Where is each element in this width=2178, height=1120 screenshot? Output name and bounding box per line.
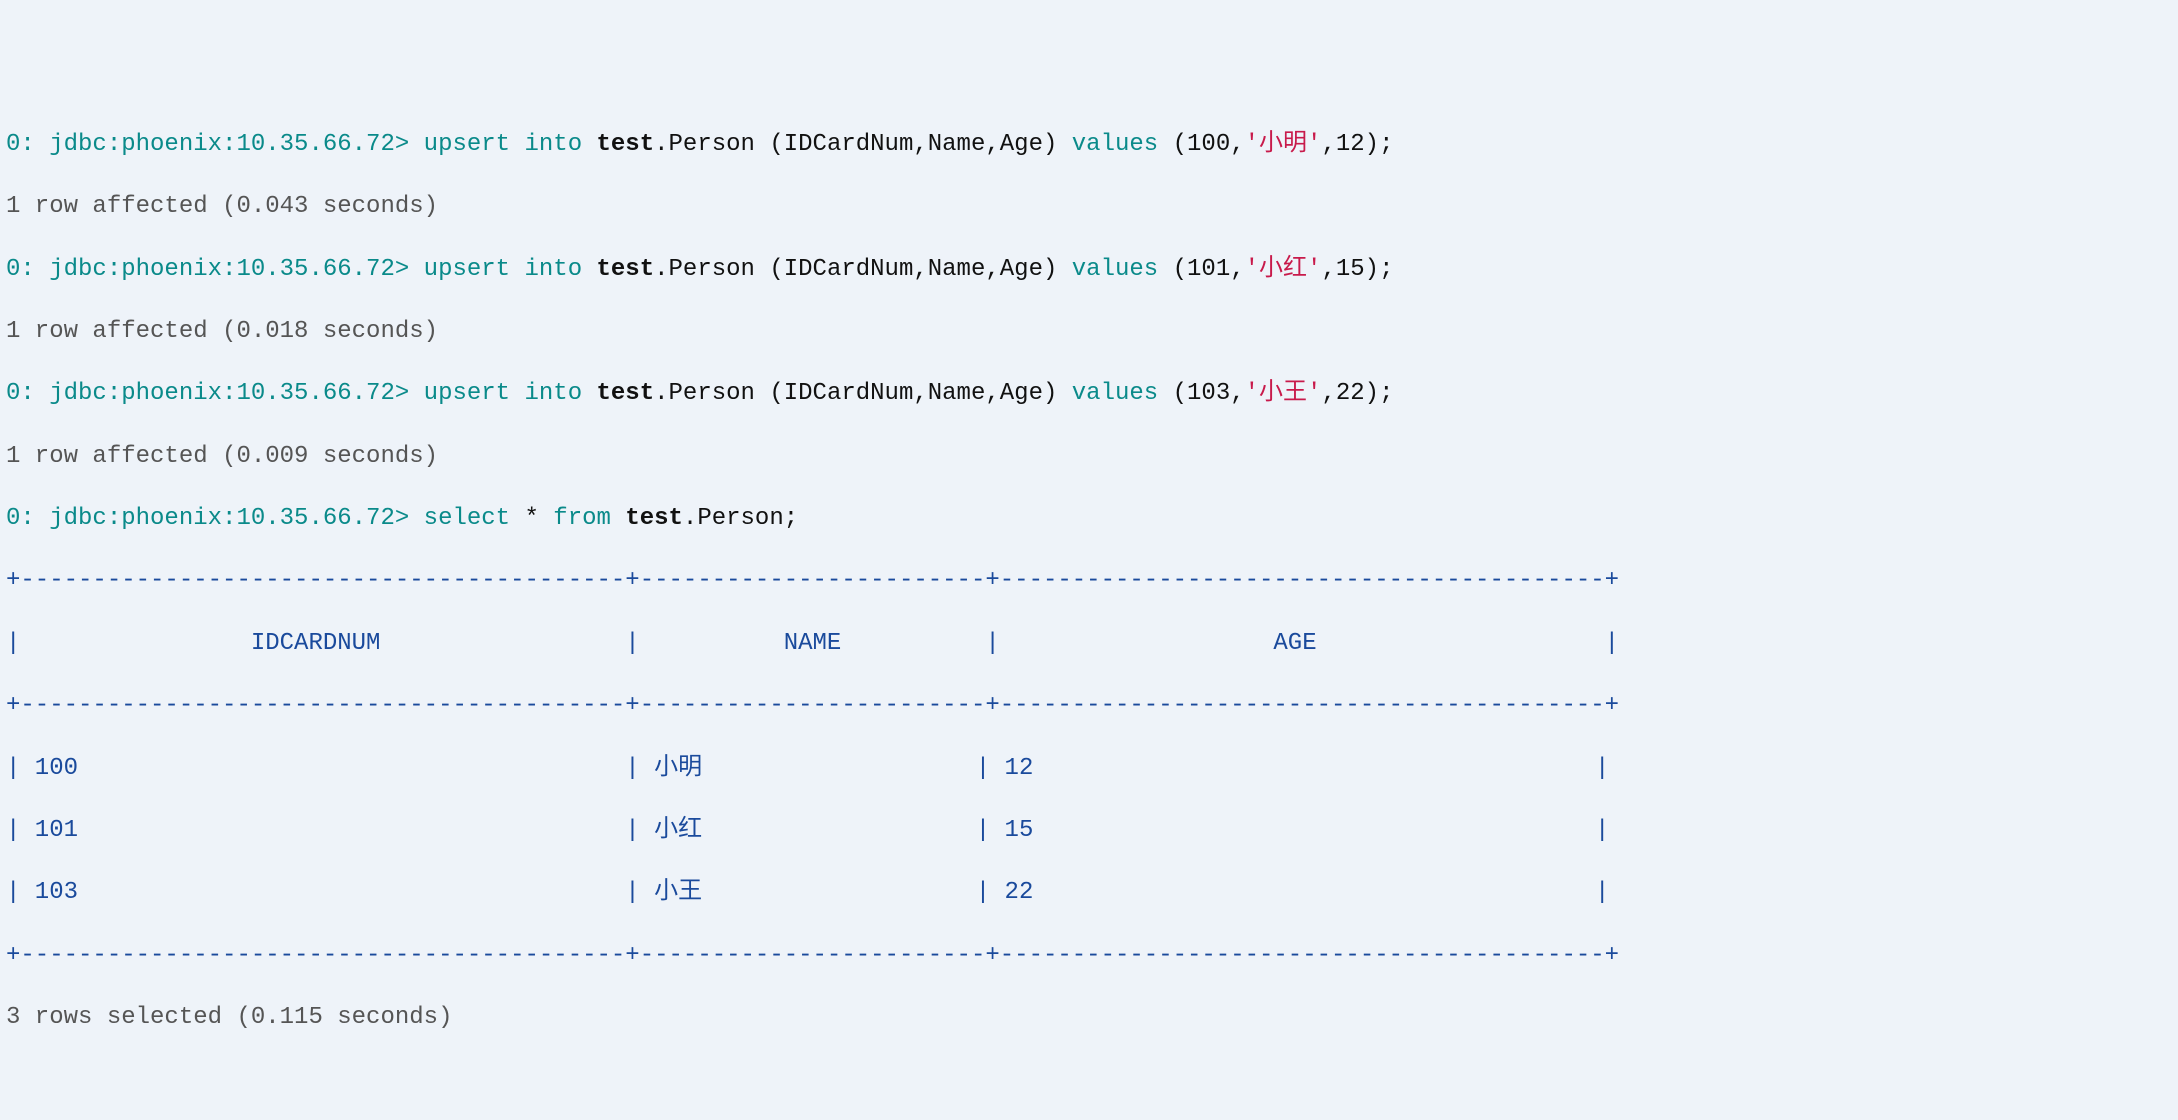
value-name-string: '小王': [1245, 380, 1322, 407]
table-columns: .Person (IDCardNum,Name,Age): [654, 380, 1072, 407]
value-age: ,15: [1321, 256, 1364, 283]
result-line-1: 1 row affected (0.043 seconds): [6, 191, 2172, 222]
upsert-keyword: upsert into: [409, 380, 596, 407]
schema-name: test: [597, 256, 655, 283]
cmd-line-1[interactable]: 0: jdbc:phoenix:10.35.66.72> upsert into…: [6, 129, 2172, 160]
result-footer: 3 rows selected (0.115 seconds): [6, 1002, 2172, 1033]
schema-name: test: [625, 505, 683, 532]
cmd-line-2[interactable]: 0: jdbc:phoenix:10.35.66.72> upsert into…: [6, 254, 2172, 285]
schema-name: test: [597, 380, 655, 407]
prompt: 0: jdbc:phoenix:10.35.66.72>: [6, 505, 409, 532]
result-line-3: 1 row affected (0.009 seconds): [6, 441, 2172, 472]
values-keyword: values: [1072, 256, 1158, 283]
result-line-2: 1 row affected (0.018 seconds): [6, 316, 2172, 347]
comma: ,: [1230, 256, 1244, 283]
comma: ,: [1230, 131, 1244, 158]
comma: ,: [1230, 380, 1244, 407]
select-tail: .Person;: [683, 505, 798, 532]
prompt: 0: jdbc:phoenix:10.35.66.72>: [6, 256, 409, 283]
value-name-string: '小红': [1245, 256, 1322, 283]
table-columns: .Person (IDCardNum,Name,Age): [654, 131, 1072, 158]
value-name-string: '小明': [1245, 131, 1322, 158]
select-keyword: select: [409, 505, 524, 532]
cmd-line-3[interactable]: 0: jdbc:phoenix:10.35.66.72> upsert into…: [6, 378, 2172, 409]
table-header-row: | IDCARDNUM | NAME | AGE |: [6, 628, 2172, 659]
paren-open: (: [1158, 131, 1187, 158]
table-border-top: +---------------------------------------…: [6, 565, 2172, 596]
close-paren: );: [1365, 256, 1394, 283]
table-border-mid: +---------------------------------------…: [6, 690, 2172, 721]
close-paren: );: [1365, 380, 1394, 407]
values-keyword: values: [1072, 380, 1158, 407]
value-age: ,12: [1321, 131, 1364, 158]
table-border-bottom: +---------------------------------------…: [6, 940, 2172, 971]
paren-open: (: [1158, 380, 1187, 407]
cmd-line-select[interactable]: 0: jdbc:phoenix:10.35.66.72> select * fr…: [6, 503, 2172, 534]
paren-open: (: [1158, 256, 1187, 283]
star: *: [524, 505, 538, 532]
upsert-keyword: upsert into: [409, 131, 596, 158]
value-id: 100: [1187, 131, 1230, 158]
value-id: 103: [1187, 380, 1230, 407]
schema-name: test: [597, 131, 655, 158]
values-keyword: values: [1072, 131, 1158, 158]
prompt: 0: jdbc:phoenix:10.35.66.72>: [6, 380, 409, 407]
table-columns: .Person (IDCardNum,Name,Age): [654, 256, 1072, 283]
value-id: 101: [1187, 256, 1230, 283]
close-paren: );: [1365, 131, 1394, 158]
table-row: | 101 | 小红 | 15 |: [6, 815, 2172, 846]
from-keyword: from: [539, 505, 625, 532]
table-row: | 100 | 小明 | 12 |: [6, 753, 2172, 784]
table-row: | 103 | 小王 | 22 |: [6, 877, 2172, 908]
value-age: ,22: [1321, 380, 1364, 407]
prompt: 0: jdbc:phoenix:10.35.66.72>: [6, 131, 409, 158]
upsert-keyword: upsert into: [409, 256, 596, 283]
